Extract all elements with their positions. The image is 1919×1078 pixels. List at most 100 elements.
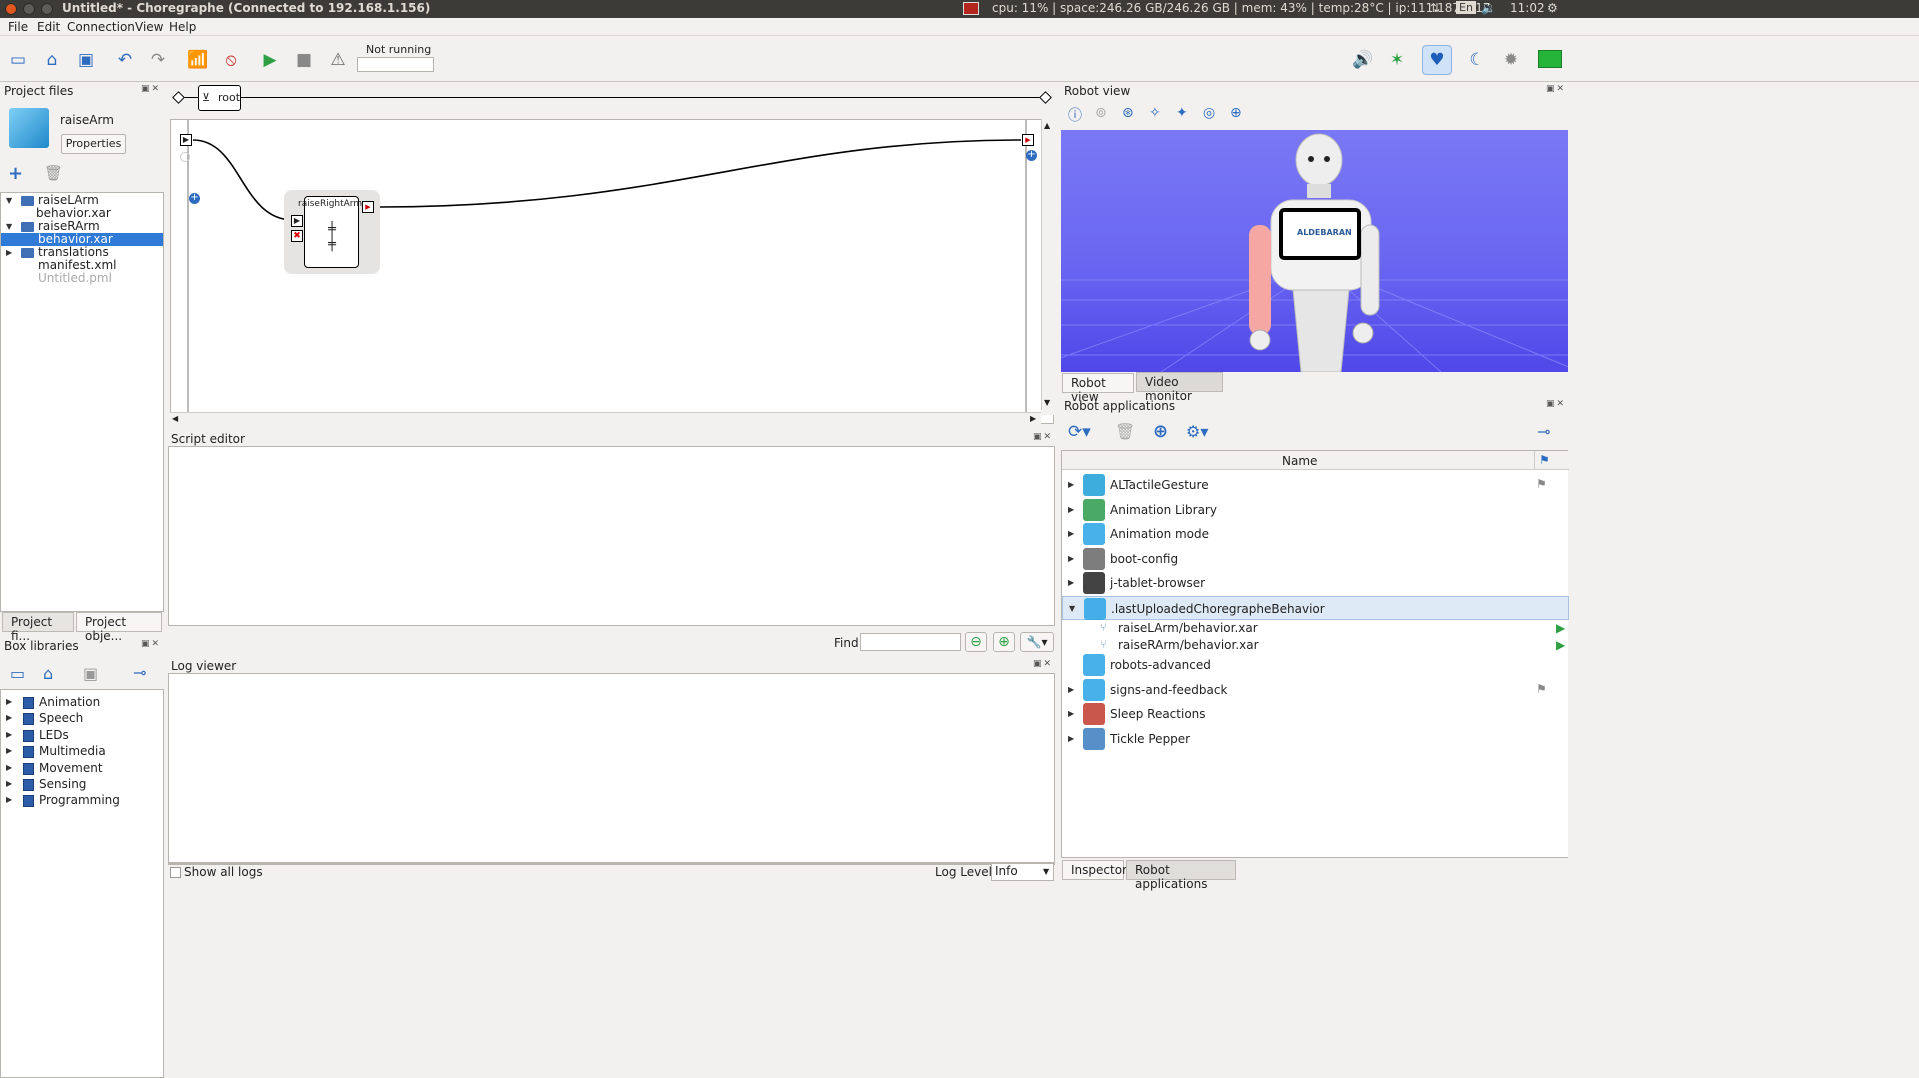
panel-float-close-icon[interactable]: ▣✕ — [141, 639, 161, 649]
box-library-item[interactable]: ▶ Speech — [1, 711, 161, 727]
clock[interactable]: 11:02 — [1510, 1, 1545, 15]
rest-icon[interactable]: ☾ — [1465, 48, 1489, 72]
scroll-up-icon[interactable]: ▲ — [1044, 121, 1050, 130]
tab-project-objects[interactable]: Project obje... — [76, 612, 162, 643]
chevron-right-icon[interactable]: ▶ — [6, 713, 12, 722]
panel-float-close-icon[interactable]: ▣✕ — [141, 84, 161, 94]
menu-help[interactable]: Help — [169, 20, 196, 34]
chevron-right-icon[interactable]: ▶ — [6, 763, 12, 772]
find-input[interactable] — [860, 633, 961, 651]
box-library-item[interactable]: ▶ Multimedia — [1, 744, 161, 760]
box-library-item[interactable]: ▶ LEDs — [1, 728, 161, 744]
open-library-icon[interactable]: ⌂ — [43, 664, 53, 683]
chevron-right-icon[interactable]: ▶ — [6, 795, 12, 804]
keyboard-layout[interactable]: En — [1456, 1, 1476, 14]
search-apps-icon[interactable]: ⊸ — [1537, 422, 1550, 441]
zoom-icon[interactable]: ⊕ — [1230, 105, 1242, 121]
chevron-right-icon[interactable]: ▶ — [1068, 709, 1074, 718]
flow-canvas[interactable]: ▶ + ▶ + raiseRightArm ╪ ╪ ▶ ✖ ▶ — [170, 119, 1054, 424]
app-row[interactable]: ▶ Animation mode — [1062, 522, 1569, 547]
settings-gear-icon[interactable]: ⚙ — [1547, 1, 1558, 15]
volume-control-icon[interactable]: 🔊 — [1351, 48, 1375, 72]
chevron-right-icon[interactable]: ▶ — [1068, 554, 1074, 563]
disconnect-icon[interactable]: ⦸ — [219, 48, 243, 72]
chevron-right-icon[interactable]: ▶ — [1068, 529, 1074, 538]
box-onstop-input-icon[interactable]: ✖ — [291, 230, 303, 242]
close-window-button[interactable] — [5, 3, 17, 15]
app-row[interactable]: ▶ j-tablet-browser — [1062, 571, 1569, 596]
log-area[interactable] — [168, 673, 1055, 863]
find-previous-icon[interactable]: ⊖ — [965, 632, 987, 652]
autonomous-life-icon[interactable]: ♥ — [1422, 45, 1452, 75]
refresh-apps-icon[interactable]: ⟳▾ — [1068, 422, 1091, 442]
robot-3d-viewport[interactable]: ALDEBARAN — [1061, 130, 1568, 372]
play-behavior-icon[interactable]: ▶ — [1556, 621, 1565, 635]
add-app-icon[interactable]: ⊕ — [1153, 421, 1168, 442]
add-file-icon[interactable]: + — [8, 163, 23, 184]
stop-icon[interactable]: ■ — [292, 48, 316, 72]
chevron-right-icon[interactable]: ▶ — [1068, 505, 1074, 514]
scroll-down-icon[interactable]: ▼ — [1044, 398, 1050, 407]
scroll-right-icon[interactable]: ▶ — [1030, 414, 1036, 423]
app-row[interactable]: ▼ .lastUploadedChoregrapheBehavior — [1062, 595, 1569, 620]
timeline-end-handle[interactable] — [1039, 91, 1052, 104]
menu-file[interactable]: File — [8, 20, 28, 34]
panel-float-close-icon[interactable]: ▣✕ — [1546, 84, 1566, 94]
on-start-input-icon[interactable]: ▶ — [180, 134, 192, 146]
view-top-icon[interactable]: ✦ — [1176, 105, 1188, 121]
tab-robot-applications[interactable]: Robot applications — [1126, 860, 1236, 891]
on-stopped-output-icon[interactable]: ▶ — [1022, 134, 1034, 146]
chevron-down-icon[interactable]: ▼ — [6, 222, 12, 231]
delete-app-icon[interactable]: 🗑 — [1115, 422, 1135, 441]
box-raise-right-arm[interactable]: raiseRightArm ╪ ╪ ▶ ✖ ▶ — [284, 190, 380, 274]
animation-mode-icon[interactable]: ✶ — [1385, 48, 1409, 72]
app-behavior-row[interactable]: ⑂ raiseRArm/behavior.xar ▶ — [1062, 637, 1569, 654]
tab-video-monitor[interactable]: Video monitor — [1136, 372, 1223, 403]
box-library-item[interactable]: ▶ Animation — [1, 695, 161, 711]
view-front-icon[interactable]: ✧ — [1149, 105, 1161, 121]
box-library-item[interactable]: ▶ Programming — [1, 793, 161, 809]
open-project-icon[interactable]: ⌂ — [40, 48, 64, 72]
column-name-header[interactable]: Name — [1282, 454, 1317, 468]
menu-view[interactable]: View — [135, 20, 163, 34]
chevron-right-icon[interactable]: ▶ — [1068, 480, 1074, 489]
new-library-icon[interactable]: ▭ — [10, 664, 25, 683]
chevron-right-icon[interactable]: ▶ — [1068, 734, 1074, 743]
show-all-logs-checkbox[interactable] — [170, 867, 181, 878]
box-onstart-input-icon[interactable]: ▶ — [291, 215, 303, 227]
chevron-right-icon[interactable]: ▶ — [6, 730, 12, 739]
find-next-icon[interactable]: ⊕ — [993, 632, 1015, 652]
view-side-icon[interactable]: ◎ — [1203, 105, 1215, 121]
chevron-down-icon[interactable]: ▼ — [6, 196, 12, 205]
new-project-icon[interactable]: ▭ — [6, 48, 30, 72]
tab-project-files[interactable]: Project fi... — [2, 612, 74, 643]
app-row[interactable]: ▶ Tickle Pepper — [1062, 727, 1569, 752]
project-tree-item[interactable]: Untitled.pml — [1, 271, 163, 285]
root-breadcrumb[interactable]: ⊻ root — [198, 85, 241, 111]
scroll-left-icon[interactable]: ◀ — [172, 414, 178, 423]
app-row[interactable]: ▶ ALTactileGesture ⚑ — [1062, 473, 1569, 498]
menu-edit[interactable]: Edit — [37, 20, 60, 34]
zoom-robot-icon[interactable]: ⊛ — [1122, 105, 1134, 121]
find-options-wrench-icon[interactable]: 🔧▾ — [1020, 632, 1054, 652]
chevron-right-icon[interactable]: ▶ — [6, 779, 12, 788]
chevron-right-icon[interactable]: ▶ — [6, 746, 12, 755]
box-library-item[interactable]: ▶ Movement — [1, 761, 161, 777]
script-editor-area[interactable] — [168, 446, 1055, 626]
maximize-window-button[interactable] — [41, 3, 53, 15]
box-library-item[interactable]: ▶ Sensing — [1, 777, 161, 793]
play-icon[interactable]: ▶ — [258, 48, 282, 72]
add-output-icon[interactable]: + — [1026, 150, 1037, 161]
delete-file-icon[interactable]: 🗑 — [44, 164, 63, 182]
app-row[interactable]: ▶ Sleep Reactions — [1062, 702, 1569, 727]
chevron-right-icon[interactable]: ▶ — [6, 697, 12, 706]
default-flag-column-icon[interactable]: ⚑ — [1539, 453, 1550, 467]
play-behavior-icon[interactable]: ▶ — [1556, 638, 1565, 652]
chevron-right-icon[interactable]: ▶ — [6, 248, 12, 257]
panel-float-close-icon[interactable]: ▣✕ — [1033, 432, 1053, 442]
package-app-icon[interactable]: ⚙▾ — [1186, 422, 1208, 441]
panel-float-close-icon[interactable]: ▣✕ — [1546, 399, 1566, 409]
add-input-icon[interactable]: + — [189, 193, 200, 204]
stop-input-icon[interactable] — [180, 152, 190, 162]
connect-icon[interactable]: 📶 — [186, 48, 210, 72]
